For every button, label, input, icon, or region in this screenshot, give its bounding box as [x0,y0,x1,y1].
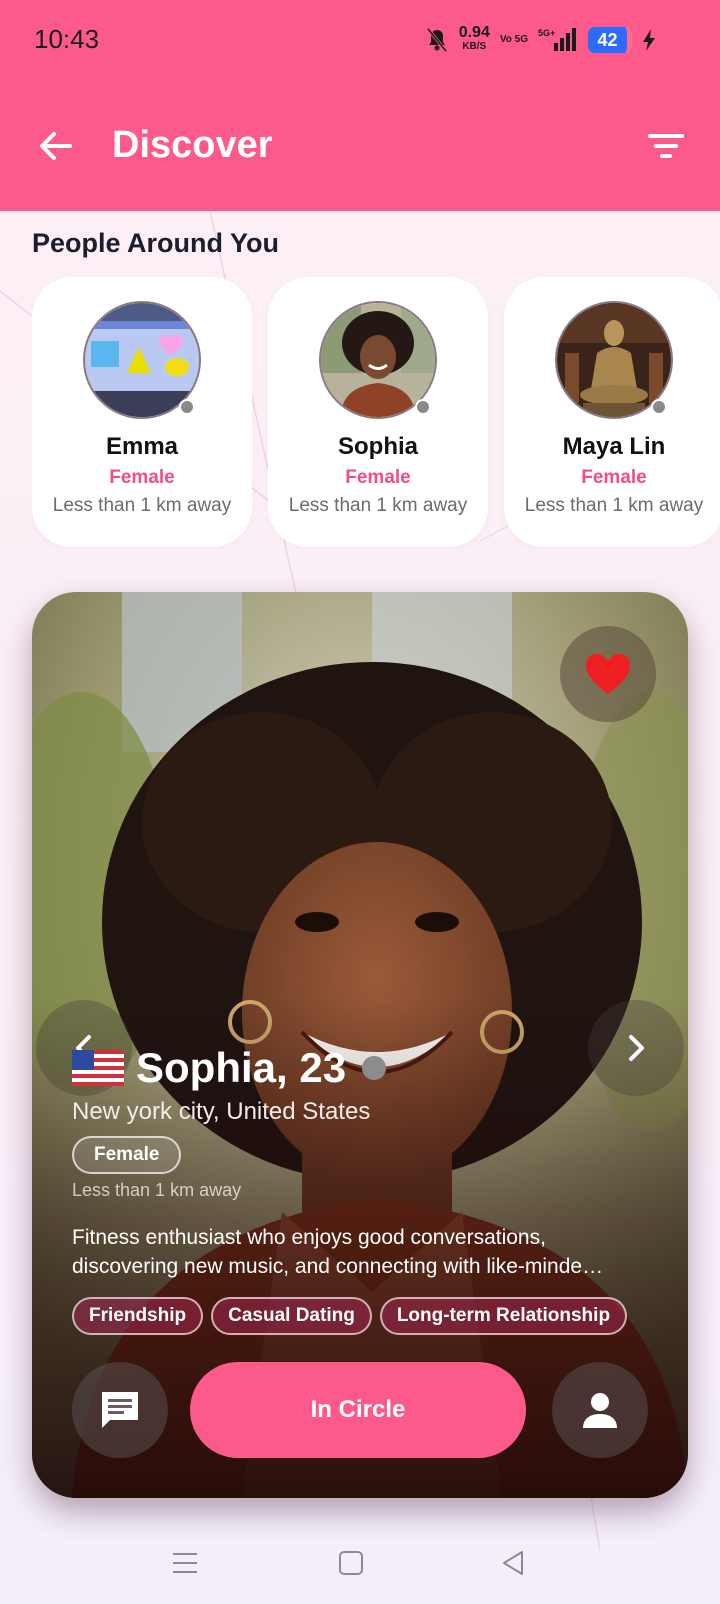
online-status-dot [415,399,431,415]
interest-tags: Friendship Casual Dating Long-term Relat… [72,1297,648,1335]
interest-tag: Casual Dating [211,1297,372,1335]
svg-text:5G+: 5G+ [538,28,555,38]
section-title: People Around You [32,228,280,258]
person-card[interactable]: Maya Lin Female Less than 1 km away [504,277,720,547]
interest-tag: Friendship [72,1297,204,1335]
interest-tag: Long-term Relationship [379,1297,628,1335]
person-icon [583,1393,617,1428]
gender-badge: Female [72,1136,182,1174]
person-name: Emma [105,433,179,460]
arrow-left-icon[interactable] [34,124,78,168]
person-name: Sophia [337,433,418,460]
menu-icon[interactable] [170,1548,200,1578]
status-icons: 0.94 KB/S Vo 5G 5G+ 42 [425,22,656,58]
us-flag-icon [72,1050,124,1086]
profile-card[interactable]: Sophia, 23 New york city, United States … [32,592,688,1498]
battery-indicator: 42 [588,27,632,53]
filter-icon[interactable] [644,124,688,168]
profile-name-age: Sophia, 23 [136,1044,347,1091]
profile-info: Sophia, 23 New york city, United States … [72,1044,648,1335]
person-gender: Female [345,467,411,488]
favorite-button[interactable] [560,626,656,722]
profile-location: New york city, United States [72,1098,371,1125]
name-row: Sophia, 23 [72,1044,648,1092]
chat-icon [102,1392,138,1428]
online-status-dot [179,399,195,415]
avatar [319,301,437,419]
person-card[interactable]: Sophia Female Less than 1 km away [268,277,488,547]
network-speed: 0.94 KB/S [458,24,490,53]
people-carousel[interactable]: Emma Female Less than 1 km away Sophia F… [32,277,720,549]
profile-bio-line: discovering new music, and connecting wi… [72,1255,604,1278]
view-profile-button[interactable] [552,1362,648,1458]
status-time: 10:43 [34,24,100,54]
online-status-dot [362,1056,387,1080]
heart-icon [586,654,630,694]
page-title: Discover [112,124,273,166]
profile-actions: In Circle [72,1362,648,1458]
volte-indicator: Vo 5G [499,34,528,45]
system-nav-bar [0,1520,720,1604]
person-distance: Less than 1 km away [288,495,468,516]
status-bar: 10:43 0.94 KB/S Vo 5G 5G+ 42 [0,0,720,84]
person-gender: Female [581,467,647,488]
app-bar: Discover [0,84,720,211]
online-status-dot [651,399,667,415]
signal-icon: 5G+ [538,28,576,51]
profile-bio-line: Fitness enthusiast who enjoys good conve… [72,1226,546,1249]
profile-distance: Less than 1 km away [72,1180,242,1200]
person-distance: Less than 1 km away [52,495,232,516]
person-gender: Female [109,467,175,488]
chat-button[interactable] [72,1362,168,1458]
person-card[interactable]: Emma Female Less than 1 km away [32,277,252,547]
avatar [83,301,201,419]
mute-bell-icon [426,28,447,52]
person-name: Maya Lin [562,433,666,460]
back-triangle-icon[interactable] [498,1548,528,1578]
avatar [555,301,673,419]
in-circle-button[interactable]: In Circle [190,1362,526,1458]
home-icon[interactable] [336,1548,366,1578]
person-distance: Less than 1 km away [524,495,704,516]
charging-icon [643,29,655,51]
